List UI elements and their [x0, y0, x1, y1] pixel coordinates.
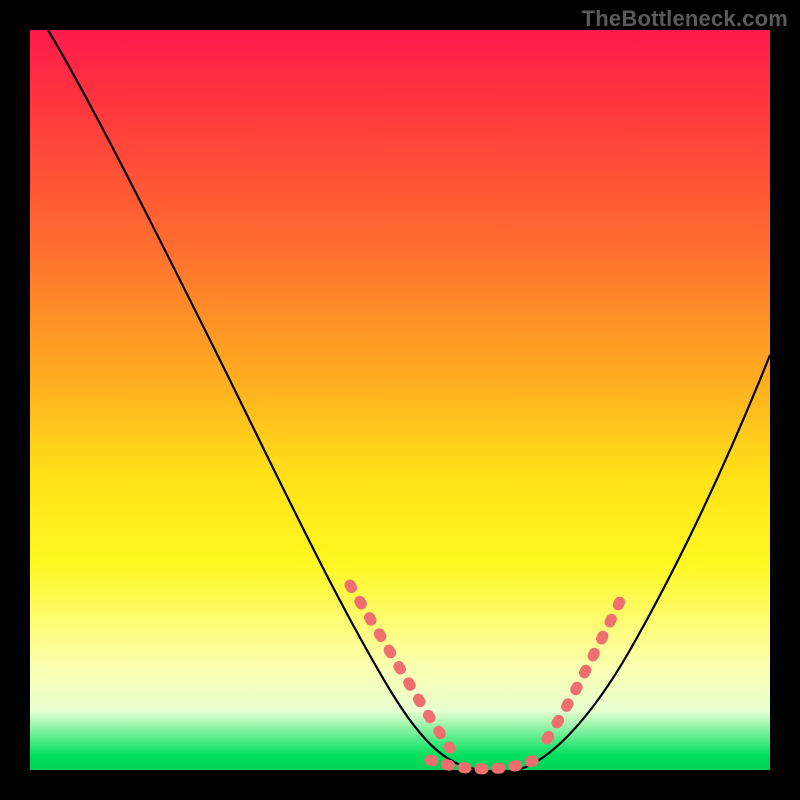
bottom-dotted	[430, 760, 535, 769]
chart-frame: TheBottleneck.com	[0, 0, 800, 800]
watermark-text: TheBottleneck.com	[582, 6, 788, 32]
curve-layer	[30, 30, 770, 770]
left-dotted	[350, 585, 450, 748]
right-curve	[520, 355, 770, 769]
left-curve	[48, 30, 475, 769]
plot-area	[30, 30, 770, 770]
